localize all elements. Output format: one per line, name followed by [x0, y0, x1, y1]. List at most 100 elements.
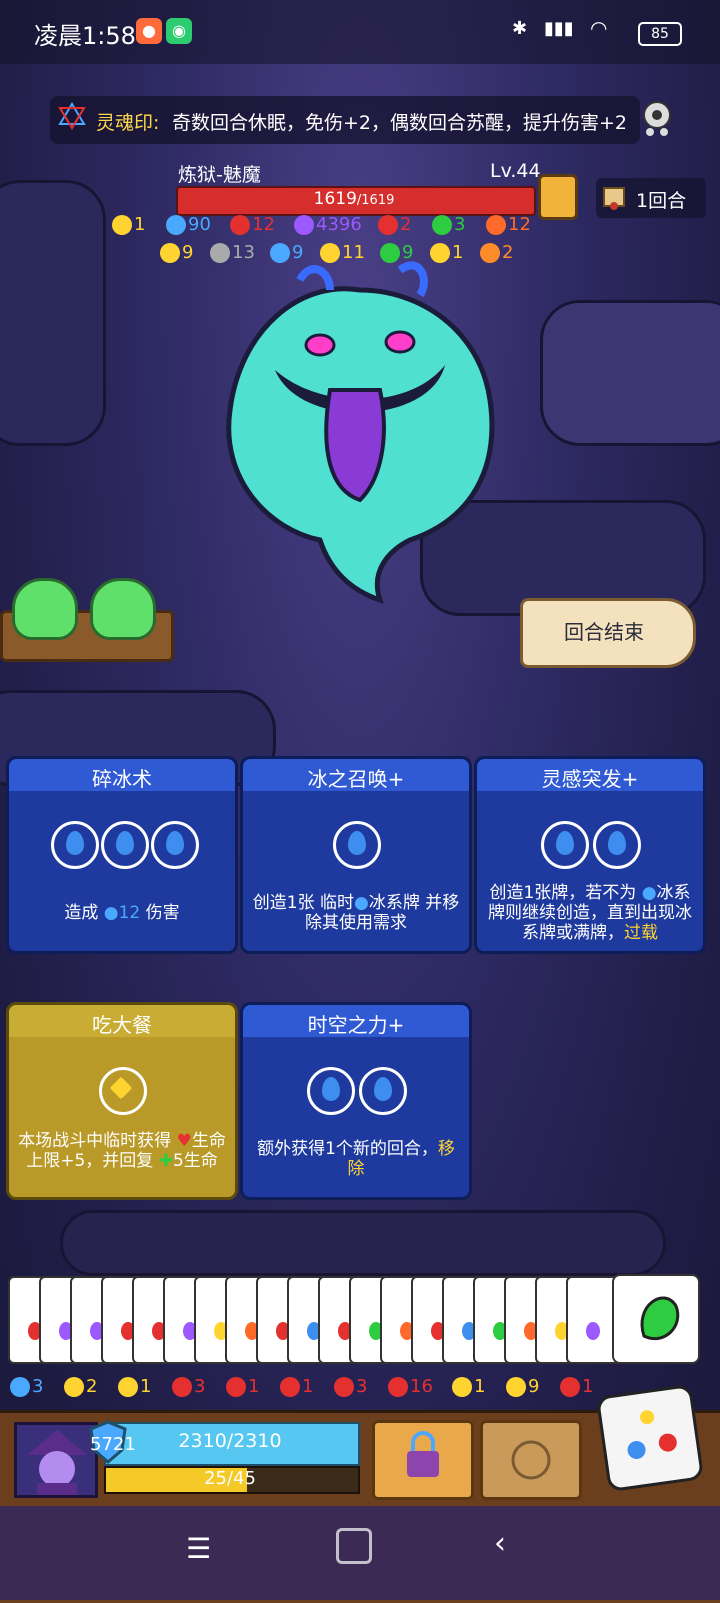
- player-stat-value: 3: [32, 1376, 44, 1397]
- card-desc-text: 造成: [64, 903, 104, 923]
- skill-card[interactable]: 碎冰术 造成 ●12 伤害: [6, 756, 238, 954]
- green-potion[interactable]: [90, 578, 156, 640]
- skill-card[interactable]: 灵感突发+ 创造1张牌，若不为 ●冰系牌则继续创造，直到出现冰系牌或满牌，过载: [474, 756, 706, 954]
- water-gem-icon: [151, 821, 199, 869]
- home-icon[interactable]: [336, 1528, 372, 1564]
- stone-platform: [540, 300, 720, 446]
- enemy-stat[interactable]: 4396: [294, 214, 362, 235]
- status-time: 凌晨1:58: [34, 22, 136, 50]
- card-title: 灵感突发+: [541, 767, 639, 791]
- enemy-stat[interactable]: 12: [230, 214, 275, 235]
- player-shield-value: 5721: [90, 1434, 136, 1455]
- player-stat-value: 1: [248, 1376, 260, 1397]
- card-desc-text: 额外获得1个新的回合，: [257, 1139, 438, 1159]
- enemy-name: 炼狱-魅魔: [178, 164, 261, 186]
- enemy-stat-value: 12: [252, 214, 275, 235]
- enemy-hp-current: 1619: [313, 189, 357, 209]
- enemy-hp-max: /1619: [356, 193, 395, 208]
- enemy-stat-value: 4396: [316, 214, 362, 235]
- red-target-icon: [226, 1376, 246, 1397]
- card-description: 创造1张牌，若不为 ●冰系牌则继续创造，直到出现冰系牌或满牌，过载: [483, 883, 697, 943]
- settings-gear-icon[interactable]: [640, 98, 674, 138]
- soul-seal-title: 灵魂印:: [96, 112, 160, 134]
- player-stat-value: 16: [410, 1376, 433, 1397]
- player-stat[interactable]: 1: [226, 1376, 259, 1397]
- card-hand: [8, 1276, 698, 1364]
- dice-button[interactable]: [595, 1383, 705, 1493]
- player-stat[interactable]: 3: [10, 1376, 43, 1397]
- player-stat[interactable]: 9: [506, 1376, 539, 1397]
- plus-icon: ✚: [158, 1151, 173, 1171]
- skill-card[interactable]: 吃大餐 本场战斗中临时获得 ♥生命上限+5，并回复 ✚5生命: [6, 1002, 238, 1200]
- skill-card[interactable]: 时空之力+ 额外获得1个新的回合，移除: [240, 1002, 472, 1200]
- player-stat-value: 1: [140, 1376, 152, 1397]
- lock-skill-button[interactable]: [372, 1420, 474, 1500]
- player-stat[interactable]: 3: [334, 1376, 367, 1397]
- player-stat-value: 1: [582, 1376, 594, 1397]
- end-turn-label: 回合结束: [564, 620, 644, 644]
- shield-icon: [118, 1376, 138, 1397]
- wifi-icon: ◠: [590, 16, 608, 40]
- red-shield-icon: [560, 1376, 580, 1397]
- enemy-stat[interactable]: 1: [112, 214, 145, 235]
- soul-seal-description: 奇数回合休眠，免伤+2，偶数回合苏醒，提升伤害+2: [172, 112, 628, 134]
- water-gem-icon: [333, 821, 381, 869]
- scroll-icon: [600, 182, 628, 212]
- card-description: 本场战斗中临时获得 ♥生命上限+5，并回复 ✚5生命: [15, 1131, 229, 1171]
- purple-burst-icon: [294, 214, 314, 235]
- skill-card[interactable]: 冰之召唤+ 创造1张 临时●冰系牌 并移除其使用需求: [240, 756, 472, 954]
- card-desc-text: 创造1张 临时: [252, 893, 354, 913]
- player-status-row: 3 2 1 3 1 1 3 16 1 9 1: [10, 1376, 610, 1400]
- enemy-stat[interactable]: 12: [486, 214, 531, 235]
- player-mana-text: 25/45: [204, 1468, 256, 1489]
- overload-keyword: 过载: [624, 923, 658, 943]
- card-title: 碎冰术: [92, 767, 152, 791]
- back-icon[interactable]: ‹: [494, 1526, 506, 1561]
- enemy-stat[interactable]: 90: [166, 214, 211, 235]
- card-desc-text: 本场战斗中临时获得: [18, 1131, 177, 1151]
- deck-card[interactable]: [612, 1274, 700, 1364]
- player-stat[interactable]: 1: [280, 1376, 313, 1397]
- enemy-stat[interactable]: 3: [432, 214, 465, 235]
- red-shield-icon: [280, 1376, 300, 1397]
- card-element-icon: [586, 1322, 600, 1340]
- card-title: 吃大餐: [92, 1013, 152, 1037]
- card-desc-text: 创造1张牌，若不为: [489, 883, 642, 903]
- enemy-stat[interactable]: 2: [378, 214, 411, 235]
- player-stat-value: 9: [528, 1376, 540, 1397]
- snowflake-icon: [166, 214, 186, 235]
- enemy-stat-value: 90: [188, 214, 211, 235]
- ground-rock: [60, 1210, 666, 1276]
- player-stat[interactable]: 16: [388, 1376, 433, 1397]
- bluetooth-icon: ✱: [512, 18, 528, 39]
- enemy-status-row: 1 90 12 4396 2 3 12: [112, 214, 532, 238]
- player-stat[interactable]: 1: [118, 1376, 151, 1397]
- ghost-monster[interactable]: [180, 250, 540, 610]
- heart-icon: ♥: [176, 1131, 192, 1151]
- turn-label: 1回合: [636, 190, 687, 212]
- hexagram-icon: [58, 102, 86, 130]
- water-gem-icon: [101, 821, 149, 869]
- green-potion[interactable]: [12, 578, 78, 640]
- player-stat-value: 2: [86, 1376, 98, 1397]
- water-gem-icon: [541, 821, 589, 869]
- water-drop-icon: ●: [103, 903, 119, 923]
- signal-icon: ▮▮▮: [544, 18, 574, 39]
- green-swirl-icon: [432, 214, 452, 235]
- player-stat[interactable]: 3: [172, 1376, 205, 1397]
- spark-icon: [112, 214, 132, 235]
- target-icon: [10, 1376, 30, 1397]
- app-notification-icon: ◉: [166, 18, 192, 44]
- player-stat[interactable]: 2: [64, 1376, 97, 1397]
- player-stat[interactable]: 1: [452, 1376, 485, 1397]
- battery-indicator: 85: [638, 22, 682, 46]
- enemy-hp-text: 1619/1619: [176, 189, 532, 209]
- enemy-stat-value: 3: [454, 214, 466, 235]
- menu-icon[interactable]: ☰: [186, 1532, 211, 1565]
- ruin-pillar: [0, 180, 106, 446]
- gold-gem-icon: [99, 1067, 147, 1115]
- player-avatar[interactable]: [14, 1422, 98, 1498]
- player-stat[interactable]: 1: [560, 1376, 593, 1397]
- locked-skill-button[interactable]: [480, 1420, 582, 1500]
- enemy-codex-button[interactable]: [538, 174, 578, 220]
